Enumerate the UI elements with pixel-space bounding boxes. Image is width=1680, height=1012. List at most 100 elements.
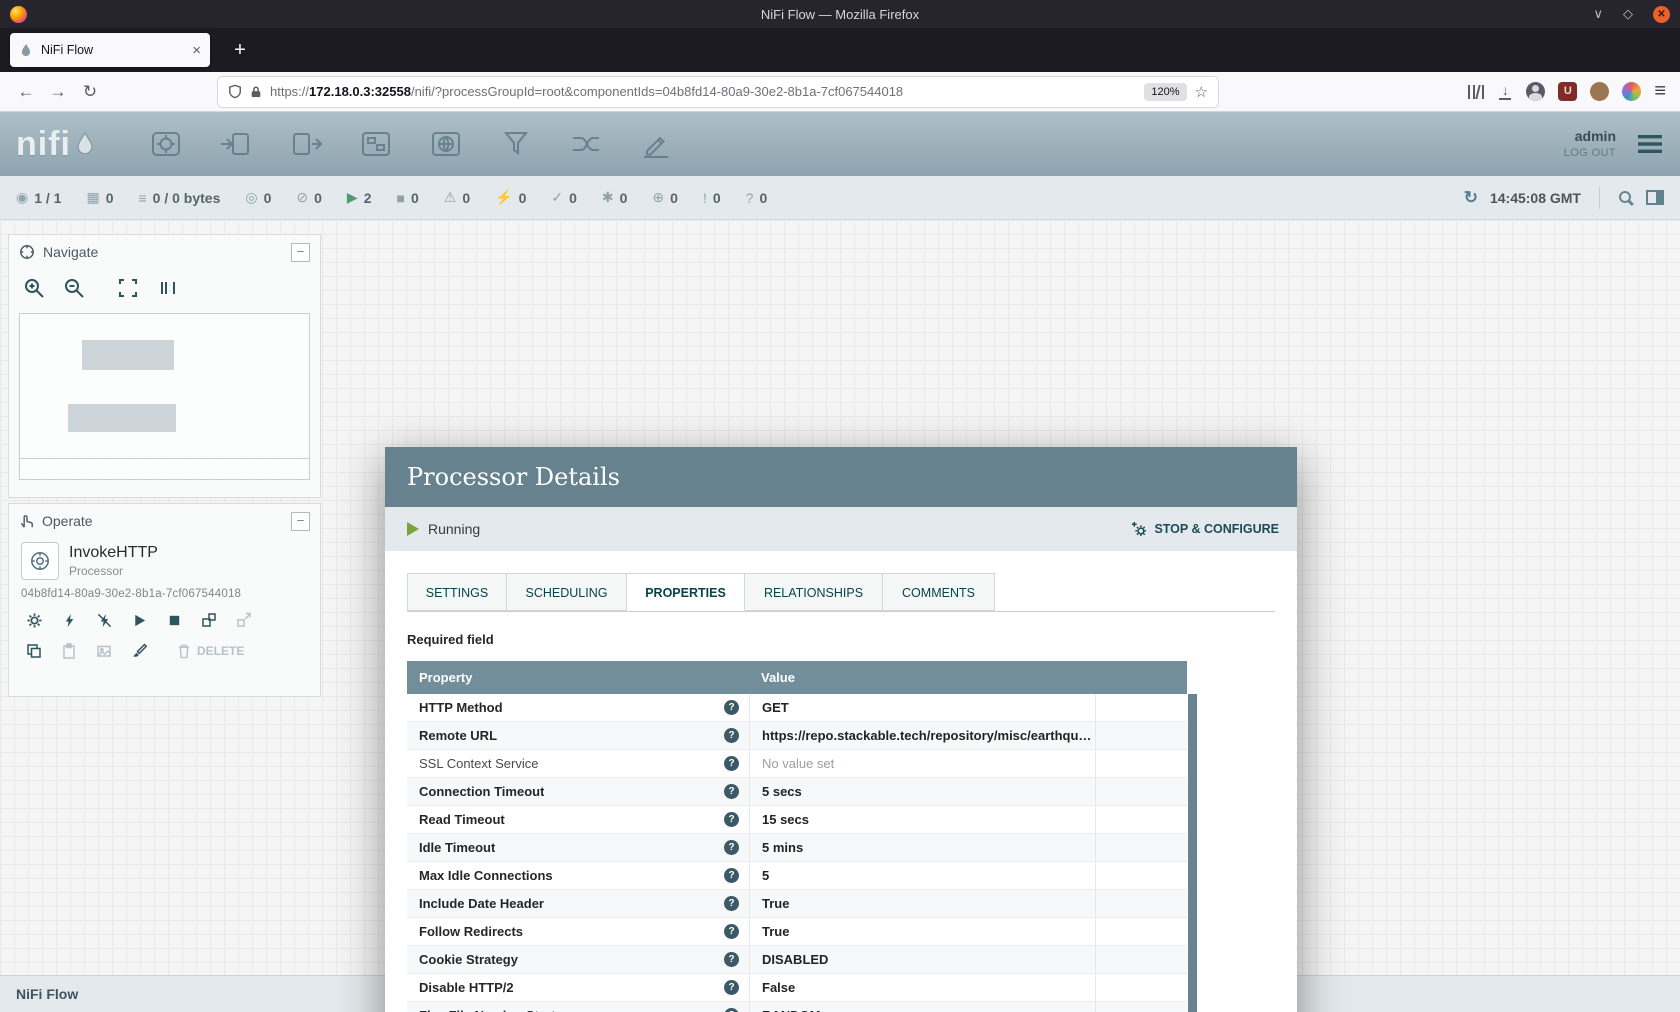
window-close-button[interactable]: ✕: [1653, 6, 1670, 23]
tracking-shield-icon[interactable]: [228, 84, 242, 99]
start-button[interactable]: [126, 607, 152, 633]
enable-button[interactable]: [56, 607, 82, 633]
fill-color-button[interactable]: [126, 638, 152, 664]
required-field-label: Required field: [407, 632, 1275, 647]
toolbar-output-port-icon[interactable]: [288, 126, 324, 162]
tab-scheduling[interactable]: SCHEDULING: [507, 573, 627, 611]
window-titlebar: NiFi Flow — Mozilla Firefox ∨ ◇ ✕: [0, 0, 1680, 28]
stop-and-configure-button[interactable]: STOP & CONFIGURE: [1131, 521, 1279, 538]
url-bar[interactable]: https://172.18.0.3:32558/nifi/?processGr…: [218, 77, 1218, 107]
collapse-navigate-button[interactable]: −: [291, 243, 310, 262]
bookmark-star-icon[interactable]: ☆: [1195, 83, 1208, 101]
forward-button[interactable]: →: [42, 77, 74, 107]
table-scrollbar[interactable]: [1188, 694, 1197, 1012]
toolbar-remote-process-group-icon[interactable]: [428, 126, 464, 162]
tab-comments[interactable]: COMMENTS: [883, 573, 995, 611]
lock-icon[interactable]: [250, 85, 262, 99]
template-button[interactable]: [91, 638, 117, 664]
global-menu-button[interactable]: [1636, 132, 1664, 156]
help-icon[interactable]: ?: [724, 840, 739, 855]
stat-running: ▶2: [347, 189, 372, 206]
help-icon[interactable]: ?: [724, 1008, 739, 1012]
disabled-icon: ⚡: [495, 189, 512, 206]
tab-settings[interactable]: SETTINGS: [407, 573, 507, 611]
window-maximize-button[interactable]: ◇: [1623, 6, 1633, 22]
flow-canvas[interactable]: Navigate − Operate −: [0, 220, 1680, 975]
navigate-panel-title: Navigate: [43, 244, 98, 260]
toolbar-process-group-icon[interactable]: [358, 126, 394, 162]
group-button[interactable]: [196, 607, 222, 633]
logout-link[interactable]: LOG OUT: [1564, 146, 1616, 161]
toolbar-input-port-icon[interactable]: [218, 126, 254, 162]
help-icon[interactable]: ?: [724, 812, 739, 827]
disable-button[interactable]: [91, 607, 117, 633]
account-icon[interactable]: [1526, 82, 1545, 101]
extension-pinwheel-icon[interactable]: [1622, 82, 1641, 101]
zoom-in-button[interactable]: [23, 277, 45, 299]
table-row: Read Timeout?15 secs: [407, 806, 1187, 834]
help-icon[interactable]: ?: [724, 784, 739, 799]
browser-menu-button[interactable]: ≡: [1654, 80, 1666, 103]
tab-relationships[interactable]: RELATIONSHIPS: [745, 573, 883, 611]
locally-modified-icon: ✱: [602, 189, 614, 206]
back-button[interactable]: ←: [10, 77, 42, 107]
search-icon[interactable]: [1618, 190, 1634, 206]
scrollbar-thumb[interactable]: [1188, 694, 1197, 1012]
zoom-actual-size-button[interactable]: [157, 277, 179, 299]
toolbar-label-icon[interactable]: [638, 126, 674, 162]
library-icon[interactable]: [1468, 85, 1484, 99]
collapse-operate-button[interactable]: −: [291, 512, 310, 531]
browser-tab[interactable]: NiFi Flow ×: [10, 33, 210, 67]
property-label: FlowFile Naming Strategy: [419, 1008, 578, 1012]
help-icon[interactable]: ?: [724, 756, 739, 771]
toolbar-processor-icon[interactable]: [148, 126, 184, 162]
birdseye-minimap[interactable]: [19, 313, 310, 459]
help-icon[interactable]: ?: [724, 980, 739, 995]
stat-value: 0: [569, 190, 577, 206]
stop-button[interactable]: [161, 607, 187, 633]
configure-button[interactable]: [21, 607, 47, 633]
property-cell: Cookie Strategy?: [407, 946, 749, 973]
value-cell: False: [749, 974, 1095, 1001]
downloads-icon[interactable]: ↓: [1497, 84, 1513, 100]
zoom-indicator[interactable]: 120%: [1144, 83, 1186, 101]
table-row: Connection Timeout?5 secs: [407, 778, 1187, 806]
refresh-icon[interactable]: ↻: [1464, 188, 1478, 208]
dialog-header: Processor Details: [385, 447, 1297, 507]
reload-button[interactable]: ↻: [74, 77, 106, 107]
extension-icon[interactable]: [1590, 82, 1609, 101]
stale-icon: ⊕: [652, 189, 664, 206]
processor-details-dialog: Processor Details Running STOP & CONFIGU…: [385, 447, 1297, 1012]
toolbar-template-icon[interactable]: [568, 126, 604, 162]
help-icon[interactable]: ?: [724, 728, 739, 743]
help-icon[interactable]: ?: [724, 868, 739, 883]
help-icon[interactable]: ?: [724, 952, 739, 967]
copy-button[interactable]: [21, 638, 47, 664]
new-tab-button[interactable]: +: [226, 39, 254, 62]
screen: NiFi Flow — Mozilla Firefox ∨ ◇ ✕ NiFi F…: [0, 0, 1680, 1012]
property-cell: Include Date Header?: [407, 890, 749, 917]
stat-value: 0: [411, 190, 419, 206]
last-refresh-time: 14:45:08 GMT: [1490, 190, 1581, 206]
extension-ublock-icon[interactable]: U: [1558, 82, 1577, 101]
ungroup-button[interactable]: [231, 607, 257, 633]
help-icon[interactable]: ?: [724, 896, 739, 911]
paste-button[interactable]: [56, 638, 82, 664]
property-label: Max Idle Connections: [419, 868, 553, 883]
help-icon[interactable]: ?: [724, 700, 739, 715]
birdseye-toggle-icon[interactable]: [1646, 190, 1664, 205]
zoom-fit-button[interactable]: [117, 277, 139, 299]
tab-close-icon[interactable]: ×: [192, 42, 201, 59]
toolbar-funnel-icon[interactable]: [498, 126, 534, 162]
value-text: False: [762, 980, 795, 995]
help-icon[interactable]: ?: [724, 924, 739, 939]
stat-active-threads: ▦0: [86, 189, 113, 206]
window-minimize-button[interactable]: ∨: [1593, 6, 1603, 22]
tab-properties[interactable]: PROPERTIES: [627, 573, 745, 611]
row-spacer: [1095, 694, 1187, 721]
breadcrumb[interactable]: NiFi Flow: [16, 986, 78, 1002]
zoom-out-button[interactable]: [63, 277, 85, 299]
operate-component-header: InvokeHTTP Processor: [9, 538, 320, 580]
delete-button[interactable]: DELETE: [177, 644, 244, 659]
value-text: True: [762, 924, 789, 939]
